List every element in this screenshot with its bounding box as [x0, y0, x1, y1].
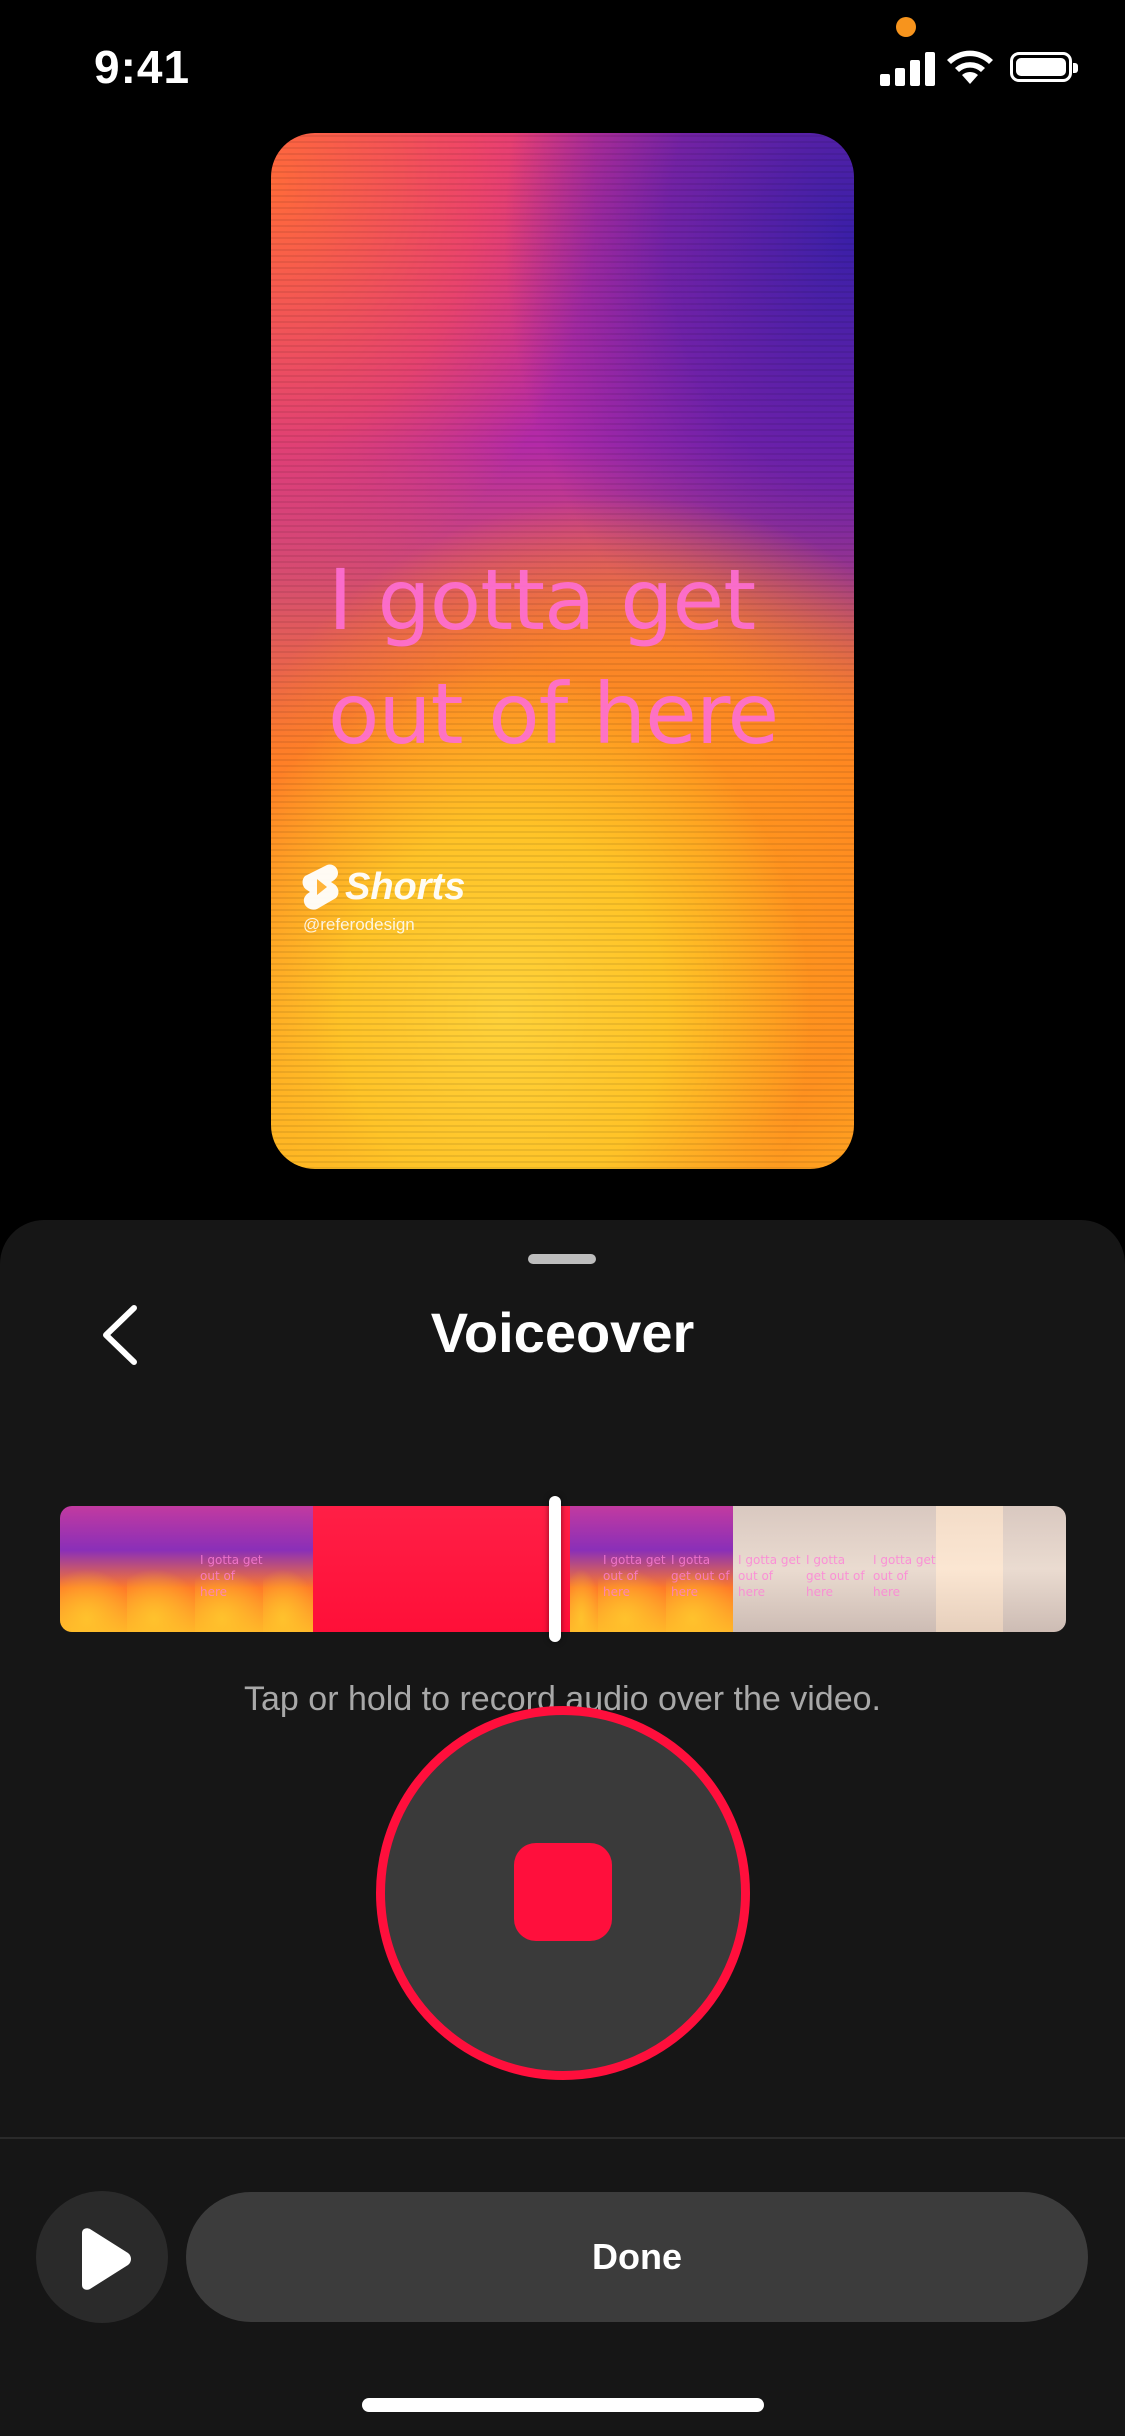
- timeline-frame: [263, 1506, 313, 1632]
- timeline-frame: I gotta get out of here: [733, 1506, 801, 1632]
- battery-icon: [1010, 52, 1078, 82]
- sheet-title: Voiceover: [430, 1301, 695, 1364]
- timeline-frame: I gotta get out of here: [598, 1506, 666, 1632]
- caption-line-2: out of here: [328, 665, 779, 763]
- timeline-frame-caption: I gotta get out of here: [873, 1553, 936, 1599]
- shorts-logo-text: Shorts: [345, 865, 466, 908]
- timeline-frame: [570, 1506, 598, 1632]
- shorts-logo: Shorts: [301, 863, 465, 911]
- timeline-frame: I gotta get out of here: [666, 1506, 733, 1632]
- sheet-grabber[interactable]: [528, 1254, 596, 1264]
- video-caption: I gotta get out of here: [328, 543, 848, 771]
- done-button[interactable]: Done: [186, 2192, 1088, 2322]
- timeline-frame: [127, 1506, 195, 1632]
- timeline-frame: [60, 1506, 127, 1632]
- timeline-frame-caption: I gotta get out of here: [738, 1553, 801, 1599]
- recording-indicator-dot: [896, 17, 916, 37]
- timeline-frame-caption: I gotta get out of here: [603, 1553, 666, 1599]
- sheet-divider: [0, 2137, 1125, 2139]
- timeline-frame: I gotta get out of here: [868, 1506, 936, 1632]
- stop-icon: [514, 1843, 612, 1941]
- status-time: 9:41: [94, 41, 191, 93]
- timeline-frame: [1003, 1506, 1066, 1632]
- creator-handle: @referodesign: [303, 915, 415, 934]
- video-preview[interactable]: I gotta get out of here Shorts @referode…: [271, 133, 854, 1169]
- play-icon: [82, 2228, 131, 2290]
- timeline-frame-caption: I gotta get out of here: [806, 1553, 865, 1599]
- play-button[interactable]: [36, 2191, 168, 2323]
- status-bar: 9:41: [0, 0, 1125, 140]
- recorded-segment: [464, 1506, 532, 1632]
- wifi-icon: [947, 50, 993, 84]
- timeline-frame-caption: I gotta get out of here: [200, 1553, 263, 1599]
- timeline-frame: [936, 1506, 1003, 1632]
- video-timeline[interactable]: I gotta get out of here I gotta get out …: [60, 1506, 1066, 1632]
- home-indicator: [362, 2398, 764, 2412]
- timeline-frame: I gotta get out of here: [801, 1506, 868, 1632]
- recorded-segment: [396, 1506, 464, 1632]
- cellular-signal-icon: [880, 50, 936, 86]
- timeline-frame-caption: I gotta get out of here: [671, 1553, 730, 1599]
- caption-line-1: I gotta get: [328, 551, 756, 649]
- timeline-frame: I gotta get out of here: [195, 1506, 263, 1632]
- timeline-playhead[interactable]: [549, 1496, 561, 1642]
- shorts-icon: [302, 864, 339, 910]
- recorded-segment: [313, 1506, 396, 1632]
